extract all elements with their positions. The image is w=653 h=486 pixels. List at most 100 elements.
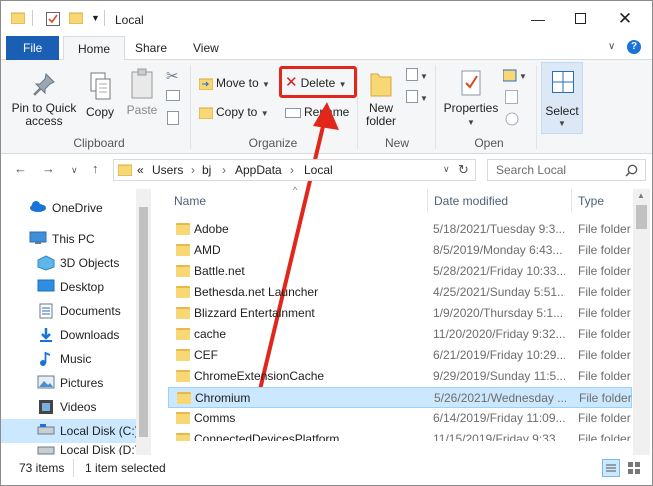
properties-button[interactable]: Properties ▼ (441, 68, 501, 129)
tab-home[interactable]: Home (63, 36, 126, 61)
documents-icon (39, 303, 53, 319)
file-list-scrollbar-thumb[interactable] (636, 205, 647, 229)
details-view-icon[interactable] (602, 459, 620, 477)
paste-button[interactable]: Paste (125, 68, 159, 117)
folder-icon (176, 286, 190, 298)
new-folder-button[interactable]: New folder (361, 68, 401, 128)
scroll-up-icon[interactable]: ▲ (637, 191, 645, 200)
chevron-down-icon[interactable]: ▼ (91, 13, 100, 23)
copy-folder-icon (198, 107, 214, 120)
navigation-pane: OneDrive This PC 3D Objects Desktop Docu… (1, 189, 153, 455)
open-icon[interactable]: ▼ (503, 68, 529, 82)
new-folder-icon[interactable] (69, 12, 83, 24)
music-icon (40, 351, 51, 366)
pictures-icon (37, 375, 55, 389)
nav-item-local-disk-c[interactable]: Local Disk (C:) (1, 419, 151, 443)
nav-item-this-pc[interactable]: This PC (1, 227, 151, 251)
sort-up-icon: ^ (293, 185, 298, 195)
selected-count: 1 item selected (85, 461, 166, 475)
chevron-down-icon[interactable]: ∨ (608, 41, 615, 52)
tab-view[interactable]: View (179, 36, 233, 60)
column-type[interactable]: Type (578, 194, 604, 208)
table-row[interactable]: Battle.net 5/28/2021/Friday 10:33... File … (168, 261, 632, 282)
paste-shortcut-icon[interactable] (167, 111, 179, 125)
paste-icon (131, 68, 153, 99)
nav-item-local-disk-d[interactable]: Local Disk (D:) (1, 443, 151, 455)
table-row-selected[interactable]: Chromium 5/26/2021/Wednesday ... File fold… (168, 387, 632, 408)
tab-share[interactable]: Share (121, 36, 181, 60)
pin-to-quick-access-button[interactable]: Pin to Quick access (11, 72, 77, 128)
breadcrumb-bj[interactable]: bj (202, 163, 211, 177)
folder-icon (176, 265, 190, 277)
nav-item-documents[interactable]: Documents (1, 299, 151, 323)
pin-icon (33, 72, 55, 96)
table-row[interactable]: ConnectedDevicesPlatform 11/15/2019/Frida… (168, 429, 632, 441)
tab-file[interactable]: File (6, 36, 60, 60)
column-date-modified[interactable]: Date modified (434, 194, 508, 208)
folder-icon (11, 12, 25, 24)
table-row[interactable]: AMD 8/5/2019/Monday 6:43... File folder (168, 240, 632, 261)
table-row[interactable]: Adobe 5/18/2021/Tuesday 9:3... File folder (168, 219, 632, 240)
breadcrumb-separator: › (290, 163, 294, 177)
maximize-icon (574, 13, 586, 24)
breadcrumb-overflow[interactable]: « (137, 163, 144, 177)
close-button[interactable]: ✕ (602, 1, 648, 36)
back-arrow-icon[interactable]: ← (14, 161, 27, 176)
breadcrumb-appdata[interactable]: AppData (235, 163, 282, 177)
nav-item-pictures[interactable]: Pictures (1, 371, 151, 395)
copy-path-icon[interactable] (166, 90, 180, 101)
breadcrumb-local[interactable]: Local (304, 163, 333, 177)
table-row[interactable]: CEF 6/21/2019/Friday 10:29... File folder (168, 345, 632, 366)
minimize-icon: — (531, 10, 545, 27)
column-name[interactable]: Name (174, 194, 206, 208)
nav-item-videos[interactable]: Videos (1, 395, 151, 419)
select-button[interactable]: Select ▼ (541, 62, 583, 134)
nav-item-music[interactable]: Music (1, 347, 151, 371)
maximize-button[interactable] (557, 1, 603, 36)
refresh-icon[interactable]: ↻ (458, 162, 469, 178)
minimize-button[interactable]: — (515, 1, 561, 36)
nav-scrollbar-thumb[interactable] (139, 207, 148, 437)
window-title: Local (115, 13, 144, 27)
folder-icon (176, 307, 190, 319)
close-icon: ✕ (617, 8, 633, 28)
search-box[interactable]: Search Local (487, 159, 646, 181)
easy-access-icon[interactable]: ▼ (406, 90, 428, 104)
table-row[interactable]: Bethesda.net Launcher 4/25/2021/Sunday 5:… (168, 282, 632, 303)
table-row[interactable]: cache 11/20/2020/Friday 9:32... File folde… (168, 324, 632, 345)
file-list-header: ^ Name Date modified Type (161, 185, 631, 213)
disk-icon (37, 424, 55, 435)
help-icon[interactable]: ? (627, 40, 641, 54)
new-item-icon[interactable]: ▼ (406, 68, 428, 82)
nav-item-3d-objects[interactable]: 3D Objects (1, 251, 151, 275)
table-row[interactable]: ChromeExtensionCache 9/29/2019/Sunday 11:… (168, 366, 632, 387)
edit-icon[interactable] (505, 90, 519, 104)
search-input[interactable]: Search Local (496, 163, 566, 177)
forward-arrow-icon[interactable]: → (42, 161, 55, 176)
folder-icon (176, 328, 190, 340)
nav-item-desktop[interactable]: Desktop (1, 275, 151, 299)
move-to-button[interactable]: Move to ▼ (198, 72, 270, 94)
cut-icon[interactable]: ✂ (166, 67, 179, 85)
chevron-down-icon: ▼ (558, 119, 566, 128)
copy-button[interactable]: Copy (83, 72, 117, 119)
breadcrumb-users[interactable]: Users (152, 163, 183, 177)
up-arrow-icon[interactable]: ↑ (92, 161, 99, 176)
large-icons-view-icon[interactable] (625, 459, 643, 477)
table-row[interactable]: Comms 6/14/2019/Friday 11:09... File folde… (168, 408, 632, 429)
address-chevron-icon[interactable]: ∨ (443, 164, 450, 175)
recent-chevron-icon[interactable]: ∨ (71, 165, 78, 176)
cloud-icon (30, 201, 46, 212)
nav-item-downloads[interactable]: Downloads (1, 323, 151, 347)
item-count: 73 items (19, 461, 65, 475)
history-icon[interactable] (505, 112, 519, 126)
table-row[interactable]: Blizzard Entertainment 1/9/2020/Thursday … (168, 303, 632, 324)
nav-item-onedrive[interactable]: OneDrive (1, 196, 151, 220)
select-label: Select (545, 104, 579, 118)
title-bar: ▼ Local — ✕ (1, 1, 652, 36)
ribbon-tabs: File Home Share View ∨ ? (1, 36, 652, 61)
properties-icon[interactable] (46, 12, 60, 26)
clipboard-group-label: Clipboard (73, 136, 125, 150)
address-bar[interactable]: « Users › bj › AppData › Local ∨ ↻ (113, 159, 476, 181)
svg-text:▼: ▼ (420, 72, 428, 81)
